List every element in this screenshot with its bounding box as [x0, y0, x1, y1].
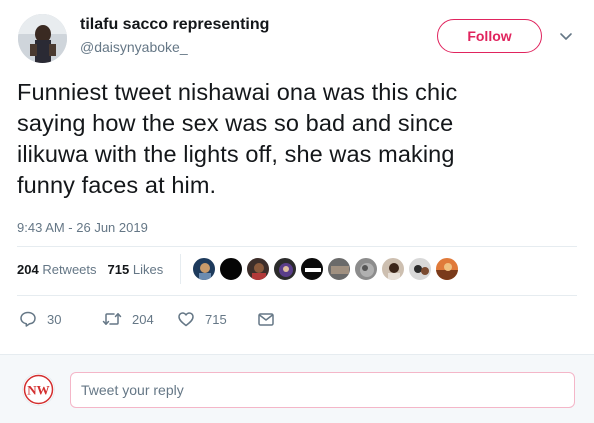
direct-message-action[interactable] [257, 309, 275, 329]
reply-icon [20, 311, 36, 327]
liker-avatar[interactable] [273, 257, 297, 281]
retweet-icon [102, 313, 122, 325]
author-name[interactable]: tilafu sacco representing [80, 16, 269, 34]
retweets-label: Retweets [42, 262, 97, 277]
liker-avatar[interactable] [408, 257, 432, 281]
envelope-icon [258, 313, 274, 326]
reply-action[interactable]: 30 [19, 309, 61, 329]
nw-logo: NW [23, 374, 54, 405]
tweet-text-line: funny faces at him. [17, 172, 217, 198]
reply-user-avatar: NW [22, 373, 55, 406]
liker-avatar[interactable] [327, 257, 351, 281]
likes-count: 715 [107, 262, 130, 277]
tweet-text: Funniest tweet nishawai ona was this chi… [17, 77, 577, 201]
likes-stat[interactable]: 715 Likes [108, 262, 164, 277]
like-count: 715 [205, 311, 227, 327]
tweet-text-line: ilikuwa with the lights off, she was mak… [17, 141, 455, 167]
reply-count: 30 [47, 311, 62, 327]
liker-avatar[interactable] [300, 257, 324, 281]
like-action[interactable]: 715 [177, 309, 227, 329]
retweet-count: 204 [132, 311, 154, 327]
liker-avatar[interactable] [381, 257, 405, 281]
liker-avatar[interactable] [246, 257, 270, 281]
tweet-text-line: Funniest tweet nishawai ona was this chi… [17, 79, 458, 105]
stats-divider [180, 254, 181, 284]
retweets-count: 204 [17, 262, 39, 277]
retweets-stat[interactable]: 204 Retweets [17, 262, 97, 277]
tweet-text-line: saying how the sex was so bad and since [17, 110, 454, 136]
divider [17, 246, 577, 247]
liker-avatar[interactable] [354, 257, 378, 281]
liker-avatar[interactable] [435, 257, 459, 281]
heart-icon [178, 312, 194, 327]
likes-label: Likes [132, 262, 164, 277]
follow-button[interactable]: Follow [437, 19, 542, 53]
liker-avatar[interactable] [192, 257, 216, 281]
divider [17, 295, 577, 296]
author-avatar[interactable] [18, 14, 67, 63]
tweet-stats: 204 Retweets 715 Likes [17, 262, 163, 277]
author-handle[interactable]: @daisynyaboke_ [80, 39, 188, 55]
tweet-timestamp[interactable]: 9:43 AM - 26 Jun 2019 [17, 220, 148, 235]
liker-avatar[interactable] [219, 257, 243, 281]
reply-input[interactable]: Tweet your reply [70, 372, 575, 408]
author-avatar-image [18, 14, 67, 63]
retweet-action[interactable]: 204 [102, 309, 154, 329]
nw-logo-text: NW [27, 383, 49, 398]
chevron-down-icon[interactable] [558, 28, 574, 44]
